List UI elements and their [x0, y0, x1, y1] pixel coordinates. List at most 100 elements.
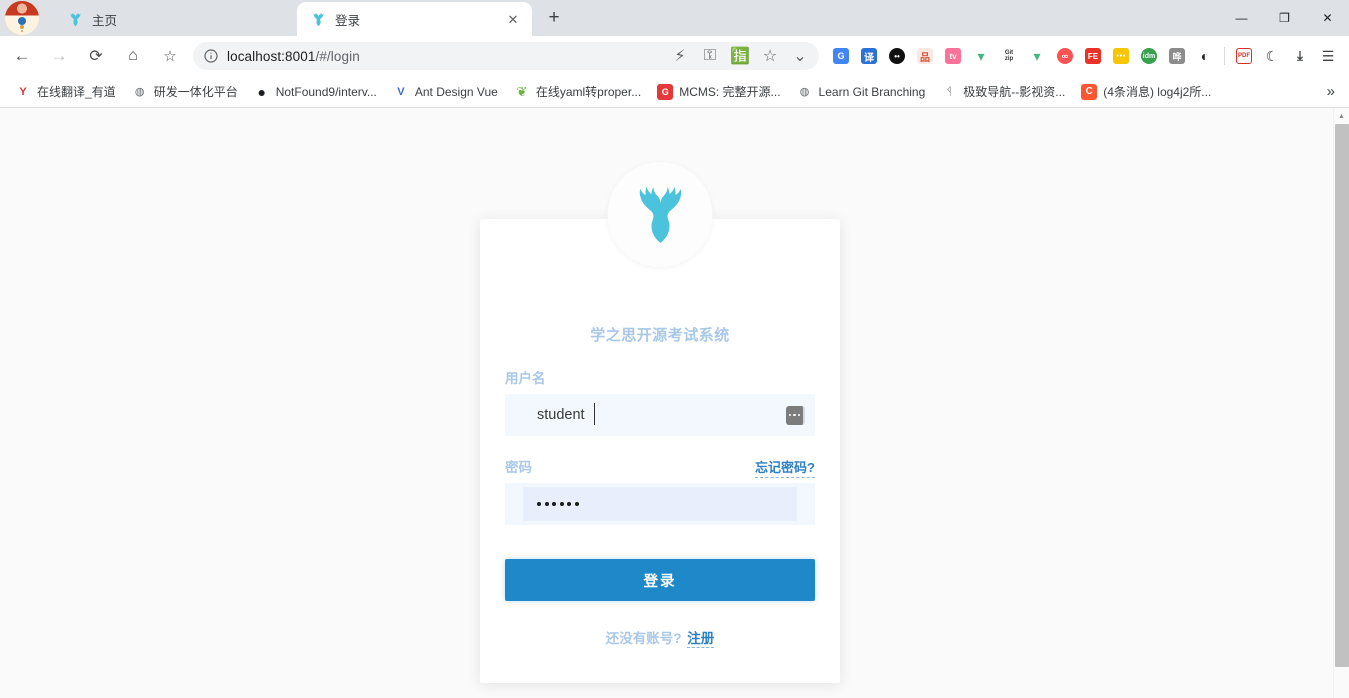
url-path: /#/login — [315, 48, 360, 64]
login-page: 学之思开源考试系统 用户名 密码 忘记密码? — [0, 108, 1333, 698]
pinned-shortcut-image — [4, 0, 40, 36]
password-masked-value — [537, 502, 579, 506]
dots-extension-icon[interactable]: ⋯ — [1108, 43, 1134, 69]
url-host: localhost:8001 — [227, 48, 316, 64]
infinity-newtab-extension-icon[interactable]: ∞ — [1052, 43, 1078, 69]
bookmarks-overflow-icon[interactable]: » — [1319, 79, 1343, 104]
password-input-shell[interactable] — [505, 483, 815, 525]
info-circle-icon[interactable] — [203, 48, 219, 64]
night-mode-extension-icon[interactable]: ☾ — [1259, 43, 1285, 69]
page-viewport: 学之思开源考试系统 用户名 密码 忘记密码? — [0, 108, 1349, 698]
bookmark-star-icon[interactable]: ☆ — [155, 41, 185, 71]
password-field-group: 密码 忘记密码? — [505, 456, 815, 525]
downloads-icon[interactable]: ⤓ — [1287, 43, 1313, 69]
bookmark-label: 研发一体化平台 — [153, 85, 238, 99]
new-tab-button[interactable]: + — [540, 4, 568, 32]
bookmark-label: MCMS: 完整开源... — [679, 85, 781, 99]
google-translate-extension-icon[interactable]: G — [828, 43, 854, 69]
csdn-icon: C — [1081, 83, 1098, 100]
bookmark-label: NotFound9/interv... — [275, 84, 377, 99]
youdao-translate-extension-icon[interactable]: 译 — [856, 43, 882, 69]
register-row: 还没有账号? 注册 — [505, 627, 815, 648]
password-label: 密码 — [505, 460, 532, 475]
username-input[interactable] — [505, 394, 786, 436]
leaf-icon: ❦ — [516, 83, 528, 99]
bookmark-item[interactable]: ᛩ 极致导航--影视资... — [934, 79, 1072, 104]
bookmark-label: Learn Git Branching — [818, 84, 926, 99]
bookmark-item[interactable]: ◍ 研发一体化平台 — [125, 79, 245, 104]
translate-icon[interactable]: 🈯 — [729, 45, 751, 67]
pdf-extension-icon[interactable]: PDF — [1231, 43, 1257, 69]
sitemap-extension-icon[interactable]: 品 — [912, 43, 938, 69]
text-caret — [594, 403, 595, 425]
bookmark-item[interactable]: V Ant Design Vue — [386, 80, 505, 104]
forward-icon[interactable]: → — [44, 41, 74, 71]
close-icon[interactable]: ✕ — [504, 10, 522, 28]
username-label-row: 用户名 — [505, 367, 815, 389]
home-icon[interactable]: ⌂ — [118, 41, 148, 71]
gitzip-extension-icon[interactable]: Git zip — [996, 43, 1022, 69]
huaban-extension-icon[interactable]: 哗 — [1164, 43, 1190, 69]
bookmark-label: 极致导航--影视资... — [963, 85, 1066, 99]
page-title: 学之思开源考试系统 — [590, 327, 730, 344]
lightning-icon[interactable]: ⚡ — [669, 45, 691, 67]
password-autofill-highlight[interactable] — [523, 487, 797, 521]
bookmark-label: 在线yaml转proper... — [535, 85, 642, 99]
url-text[interactable]: localhost:8001/#/login — [227, 49, 661, 64]
scrollbar-track[interactable] — [1334, 124, 1349, 698]
bookmark-item[interactable]: ❦ 在线yaml转proper... — [507, 79, 648, 104]
bookmark-item[interactable]: Y 在线翻译_有道 — [8, 79, 123, 104]
fe-helper-extension-icon[interactable]: FE — [1080, 43, 1106, 69]
navigation-icon: ᛩ — [945, 85, 953, 98]
bookmark-item[interactable]: ● NotFound9/interv... — [247, 80, 384, 104]
browser-window: 主页 登录 ✕ + — ❐ ✕ ← → ⟳ ⌂ ☆ localhost:8001… — [0, 0, 1349, 698]
bookmark-label: 在线翻译_有道 — [37, 85, 116, 99]
vue-devtools-extension-icon[interactable]: ▾ — [968, 43, 994, 69]
vue-extension-icon[interactable]: ▾ — [1024, 43, 1050, 69]
github-icon: ● — [257, 83, 266, 100]
star-icon[interactable]: ☆ — [759, 45, 781, 67]
logo-container — [607, 162, 713, 267]
idm-extension-icon[interactable]: idm — [1136, 43, 1162, 69]
password-manager-icon[interactable] — [786, 405, 805, 425]
username-input-shell[interactable] — [505, 394, 815, 436]
deer-antler-logo-icon — [639, 186, 681, 243]
bookmark-item[interactable]: C (4条消息) log4j2所... — [1074, 79, 1218, 104]
bookmark-item[interactable]: ◍ Learn Git Branching — [790, 80, 933, 104]
pinned-shortcut-thumbnail[interactable] — [0, 0, 44, 36]
chevron-down-icon[interactable]: ⌄ — [789, 45, 811, 67]
maximize-icon[interactable]: ❐ — [1263, 0, 1306, 36]
browser-tab-home[interactable]: 主页 — [54, 2, 234, 36]
bookmark-label: Ant Design Vue — [414, 84, 498, 99]
bookmarks-bar: Y 在线翻译_有道 ◍ 研发一体化平台 ● NotFound9/interv..… — [0, 76, 1349, 108]
reload-icon[interactable]: ⟳ — [81, 41, 111, 71]
ant-design-vue-icon: V — [397, 85, 405, 98]
window-controls: — ❐ ✕ — [1220, 0, 1349, 36]
bilibili-extension-icon[interactable]: tv — [940, 43, 966, 69]
antler-icon — [313, 12, 324, 26]
register-link[interactable]: 注册 — [687, 631, 715, 648]
scrollbar-thumb[interactable] — [1335, 124, 1349, 667]
youdao-icon: Y — [19, 85, 27, 98]
dark-reader-extension-icon[interactable]: •• — [884, 43, 910, 69]
clock-extension-icon[interactable]: ◐ — [1192, 43, 1218, 69]
tab-strip: 主页 登录 ✕ + — ❐ ✕ — [0, 0, 1349, 36]
forgot-password-link[interactable]: 忘记密码? — [755, 457, 815, 478]
browser-tab-login[interactable]: 登录 ✕ — [297, 2, 532, 36]
antler-icon — [70, 12, 81, 26]
scroll-up-icon[interactable]: ▲ — [1334, 108, 1349, 124]
login-card: 学之思开源考试系统 用户名 密码 忘记密码? — [480, 162, 840, 683]
address-bar[interactable]: localhost:8001/#/login ⚡ ⚿ 🈯 ☆ ⌄ — [193, 42, 819, 70]
chrome-menu-icon[interactable]: ☰ — [1315, 43, 1341, 69]
tab-title: 登录 — [335, 13, 361, 28]
mcms-icon: G — [657, 83, 674, 100]
login-button[interactable]: 登录 — [505, 559, 815, 601]
username-field-group: 用户名 — [505, 367, 815, 436]
page-scrollbar[interactable]: ▲ — [1333, 108, 1349, 698]
back-icon[interactable]: ← — [7, 41, 37, 71]
minimize-icon[interactable]: — — [1220, 0, 1263, 36]
close-window-icon[interactable]: ✕ — [1306, 0, 1349, 36]
bookmark-item[interactable]: G MCMS: 完整开源... — [650, 79, 787, 104]
extensions-row: G 译 •• 品 tv ▾ Git zip ▾ ∞ FE ⋯ idm 哗 ◐ PD… — [828, 43, 1341, 69]
key-icon[interactable]: ⚿ — [699, 45, 721, 67]
